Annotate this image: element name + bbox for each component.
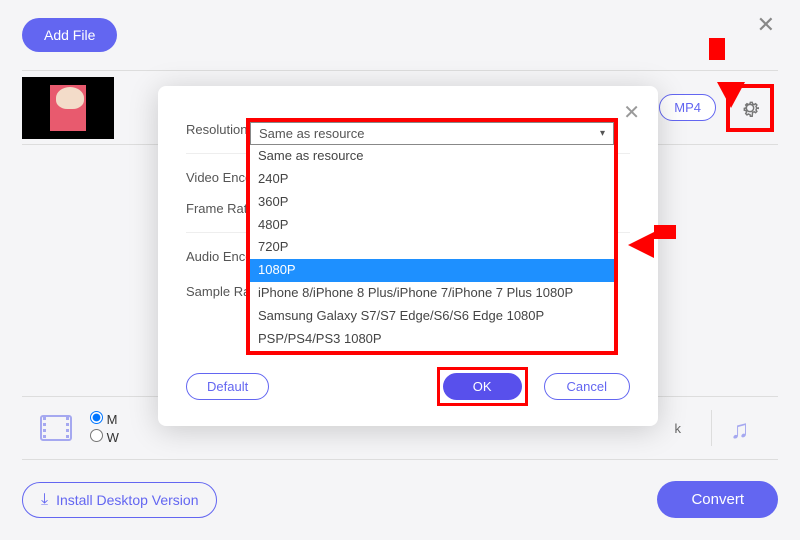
- resolution-option[interactable]: 1080P: [250, 259, 614, 282]
- resolution-option[interactable]: 240P: [250, 168, 614, 191]
- cancel-button[interactable]: Cancel: [544, 373, 630, 400]
- annotation-arrow-left: [628, 232, 654, 258]
- divider: [711, 410, 712, 446]
- ok-button[interactable]: OK: [443, 373, 522, 400]
- annotation-arrow-down: [717, 82, 745, 108]
- annotation-highlight-ok: OK: [437, 367, 528, 406]
- resolution-option[interactable]: 480P: [250, 214, 614, 237]
- add-file-button[interactable]: Add File: [22, 18, 117, 52]
- music-icon[interactable]: [730, 414, 758, 442]
- truncated-text: k: [675, 421, 682, 436]
- resolution-option[interactable]: Same as resource: [250, 145, 614, 168]
- format-button[interactable]: MP4: [659, 94, 716, 121]
- video-thumbnail[interactable]: [22, 77, 114, 139]
- radio-option-2[interactable]: W: [90, 429, 119, 445]
- convert-button[interactable]: Convert: [657, 481, 778, 518]
- resolution-select[interactable]: Same as resource: [250, 122, 614, 145]
- resolution-option[interactable]: PSP/PS4/PS3 1080P: [250, 328, 614, 351]
- download-icon: [41, 491, 48, 509]
- resolution-option[interactable]: Samsung Galaxy S7/S7 Edge/S6/S6 Edge 108…: [250, 305, 614, 328]
- resolution-dropdown: Same as resource Same as resource240P360…: [246, 118, 618, 355]
- resolution-option[interactable]: 720P: [250, 236, 614, 259]
- close-icon[interactable]: ✕: [623, 100, 640, 125]
- resolution-option[interactable]: iPhone 8/iPhone 8 Plus/iPhone 7/iPhone 7…: [250, 282, 614, 305]
- close-icon[interactable]: ✕: [757, 12, 775, 38]
- radio-option-1[interactable]: M: [90, 411, 119, 427]
- default-button[interactable]: Default: [186, 373, 269, 400]
- install-desktop-button[interactable]: Install Desktop Version: [22, 482, 217, 518]
- resolution-option[interactable]: 360P: [250, 191, 614, 214]
- film-icon[interactable]: [40, 415, 72, 441]
